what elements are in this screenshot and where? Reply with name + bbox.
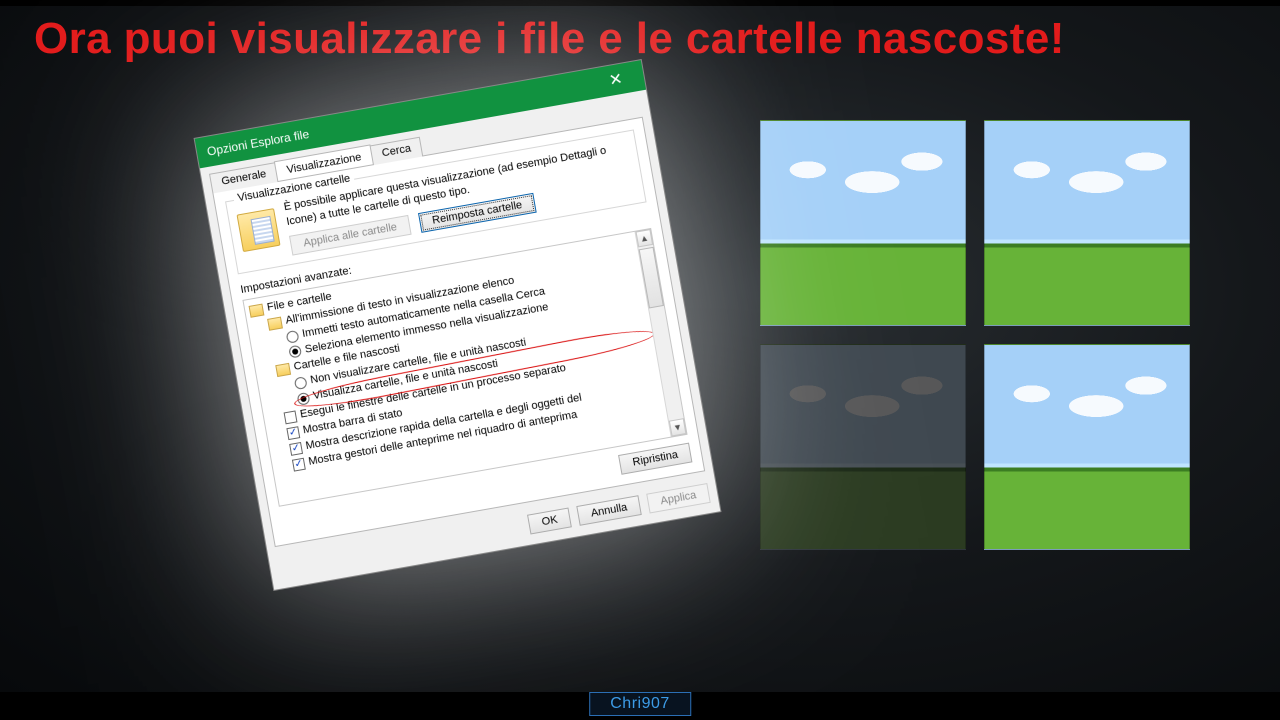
wallpaper-tile [760, 344, 966, 550]
letterbox-top [0, 0, 1280, 6]
radio-icon[interactable] [294, 376, 308, 390]
channel-watermark: Chri907 [589, 692, 691, 716]
wallpaper-tile [760, 120, 966, 326]
folder-icon [267, 316, 283, 330]
headline-text: Ora puoi visualizzare i file e le cartel… [34, 14, 1065, 64]
checkbox-icon[interactable] [292, 458, 306, 472]
wallpaper-tile [984, 120, 1190, 326]
radio-icon[interactable] [288, 345, 302, 359]
close-icon[interactable]: ✕ [594, 65, 637, 94]
radio-icon[interactable] [297, 392, 311, 406]
cancel-button[interactable]: Annulla [576, 495, 641, 526]
folder-icon [275, 363, 291, 377]
checkbox-icon[interactable] [284, 411, 298, 425]
radio-icon[interactable] [286, 329, 300, 343]
tab-view-page: Visualizzazione cartelle È possibile app… [212, 117, 705, 547]
wallpaper-tile [984, 344, 1190, 550]
scroll-down-icon[interactable]: ▼ [669, 418, 687, 436]
folder-options-dialog: Opzioni Esplora file ✕ Generale Visualiz… [194, 59, 722, 591]
ok-button[interactable]: OK [527, 507, 572, 534]
folder-icon [248, 303, 264, 317]
folder-icon [237, 208, 281, 252]
checkbox-icon[interactable] [289, 442, 303, 456]
scroll-up-icon[interactable]: ▲ [635, 229, 653, 247]
apply-button: Applica [646, 483, 711, 513]
checkbox-icon[interactable] [286, 426, 300, 440]
restore-defaults-button[interactable]: Ripristina [618, 442, 692, 474]
desktop-wallpaper-logo [760, 120, 1190, 550]
